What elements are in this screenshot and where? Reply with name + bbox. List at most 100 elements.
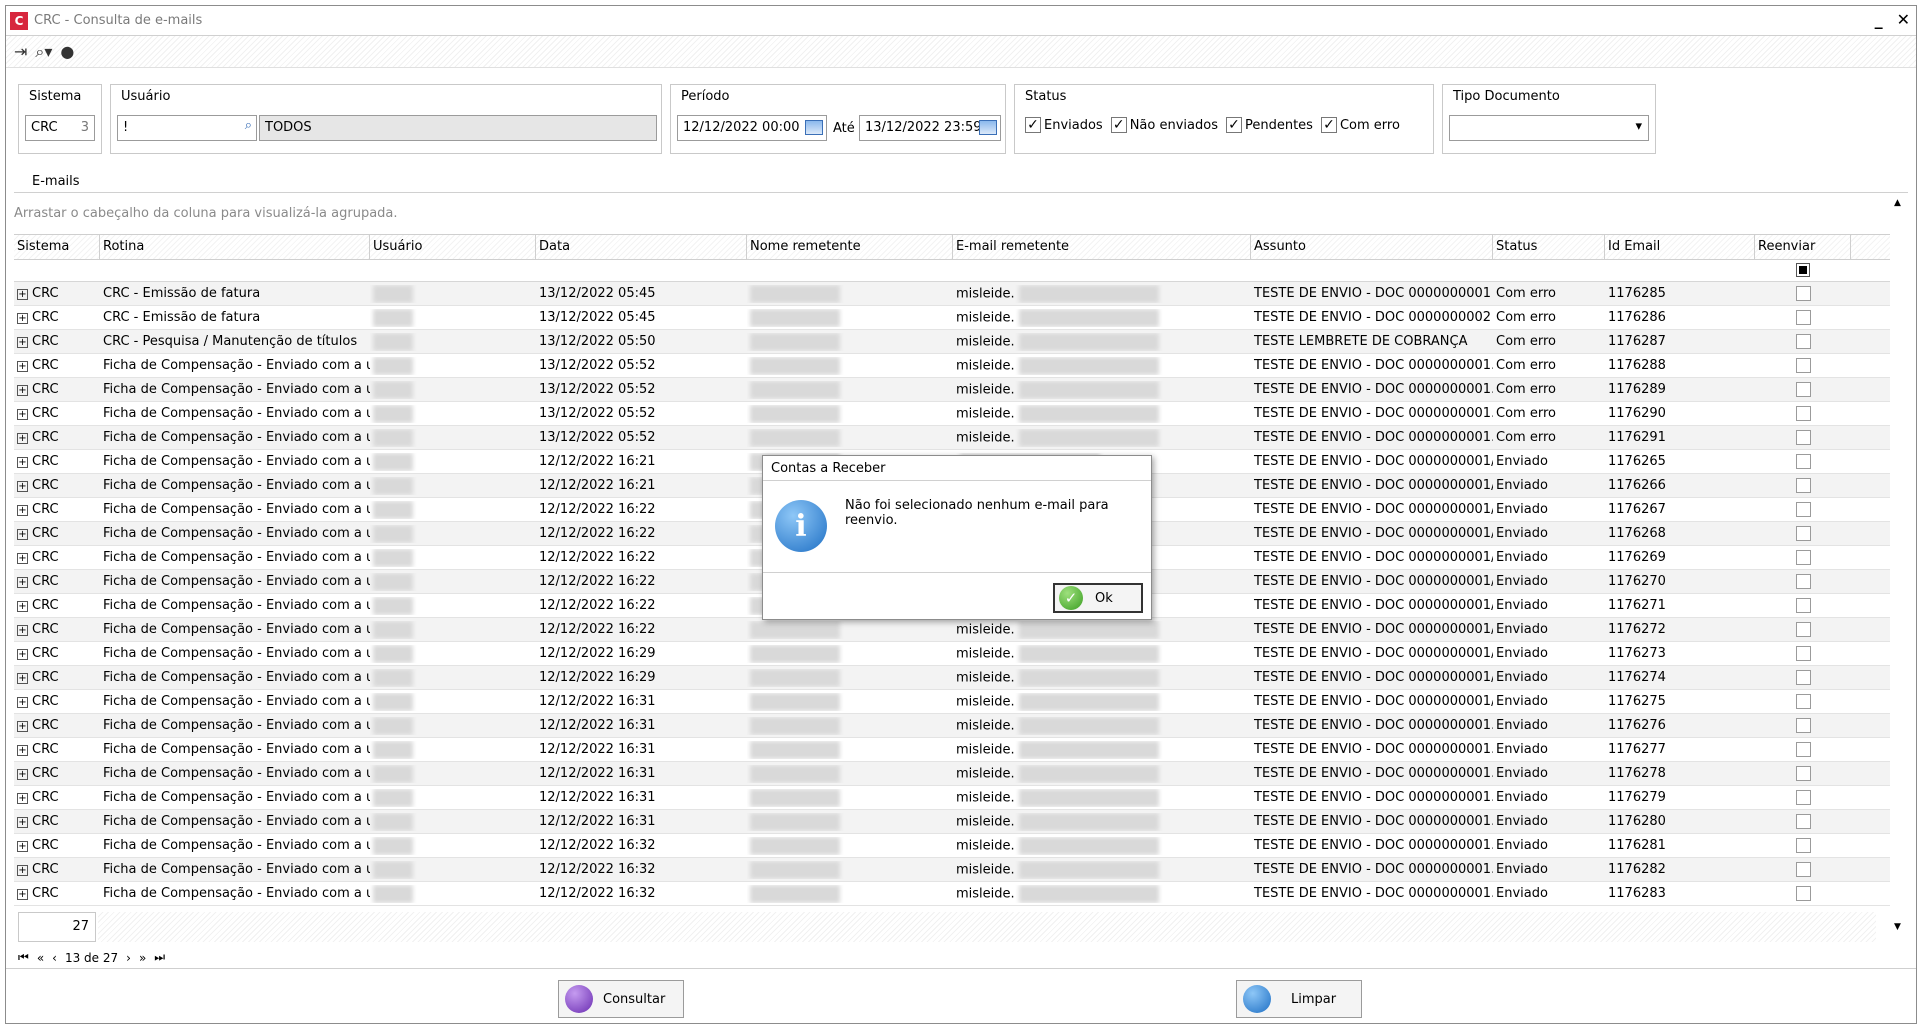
table-row[interactable]: + CRC Ficha de Compensação - Enviado com a… [14,858,1890,882]
expand-icon[interactable]: + [17,721,28,732]
expand-icon[interactable]: + [17,337,28,348]
reenviar-checkbox[interactable] [1795,574,1811,589]
table-row[interactable]: + CRC CRC - Pesquisa / Manutenção de títul… [14,330,1890,354]
close-button[interactable]: ✕ [1897,10,1910,29]
next-page-icon[interactable]: › [126,951,131,965]
nao-enviados-checkbox[interactable]: ✓ Não enviados [1110,117,1218,133]
calendar-icon[interactable] [979,120,997,135]
reenviar-checkbox[interactable] [1795,814,1811,829]
table-row[interactable]: + CRC Ficha de Compensação - Enviado com a… [14,402,1890,426]
reenviar-checkbox[interactable] [1795,862,1811,877]
table-row[interactable]: + CRC Ficha de Compensação - Enviado com a… [14,882,1890,906]
reenviar-checkbox[interactable] [1795,718,1811,733]
reenviar-checkbox[interactable] [1795,502,1811,517]
reenviar-checkbox[interactable] [1795,382,1811,397]
expand-icon[interactable]: + [17,649,28,660]
column-header[interactable]: Reenviar [1755,235,1851,259]
reenviar-checkbox[interactable] [1795,646,1811,661]
last-page-icon[interactable]: ⏭ [154,950,165,965]
expand-icon[interactable]: + [17,289,28,300]
table-row[interactable]: + CRC Ficha de Compensação - Enviado com a… [14,618,1890,642]
reenviar-checkbox[interactable] [1795,886,1811,901]
limpar-button[interactable]: Limpar [1236,980,1362,1018]
usuario-input[interactable]: ! ⌕ [117,115,257,141]
reenviar-checkbox[interactable] [1795,694,1811,709]
reenviar-checkbox[interactable] [1795,406,1811,421]
table-row[interactable]: + CRC Ficha de Compensação - Enviado com a… [14,666,1890,690]
column-header[interactable]: Id Email [1605,235,1755,259]
column-header[interactable]: Sistema [14,235,100,259]
reenviar-select-all-checkbox[interactable] [1796,263,1810,277]
com-erro-checkbox[interactable]: ✓ Com erro [1320,117,1400,133]
reenviar-checkbox[interactable] [1795,526,1811,541]
table-row[interactable]: + CRC Ficha de Compensação - Enviado com a… [14,426,1890,450]
enviados-checkbox[interactable]: ✓ Enviados [1025,117,1103,133]
expand-icon[interactable]: + [17,865,28,876]
table-row[interactable]: + CRC Ficha de Compensação - Enviado com a… [14,690,1890,714]
expand-icon[interactable]: + [17,313,28,324]
table-row[interactable]: + CRC Ficha de Compensação - Enviado com a… [14,714,1890,738]
table-row[interactable]: + CRC CRC - Emissão de fatura 13/12/2022 05… [14,282,1890,306]
periodo-from[interactable]: 12/12/2022 00:00 [677,115,827,141]
expand-icon[interactable]: + [17,457,28,468]
expand-icon[interactable]: + [17,601,28,612]
calendar-icon[interactable] [805,120,823,135]
column-header[interactable]: Usuário [370,235,536,259]
reenviar-checkbox[interactable] [1795,790,1811,805]
reenviar-checkbox[interactable] [1795,310,1811,325]
table-row[interactable]: + CRC Ficha de Compensação - Enviado com a… [14,810,1890,834]
search-icon[interactable]: ⌕ [245,118,252,133]
column-header[interactable]: Status [1493,235,1605,259]
ok-button[interactable]: ✓ Ok [1053,583,1143,613]
reenviar-checkbox[interactable] [1795,334,1811,349]
first-page-icon[interactable]: ⏮ [18,950,29,965]
expand-icon[interactable]: + [17,481,28,492]
reenviar-checkbox[interactable] [1795,454,1811,469]
next-page-fast-icon[interactable]: » [139,951,146,965]
expand-icon[interactable]: + [17,385,28,396]
table-row[interactable]: + CRC Ficha de Compensação - Enviado com a… [14,378,1890,402]
reenviar-checkbox[interactable] [1795,550,1811,565]
expand-icon[interactable]: + [17,793,28,804]
expand-icon[interactable]: + [17,769,28,780]
minimize-button[interactable]: _ [1875,10,1883,29]
column-header[interactable]: Nome remetente [747,235,953,259]
column-header[interactable]: Data [536,235,747,259]
expand-icon[interactable]: + [17,505,28,516]
expand-icon[interactable]: + [17,841,28,852]
column-header[interactable]: E-mail remetente [953,235,1251,259]
table-row[interactable]: + CRC Ficha de Compensação - Enviado com a… [14,786,1890,810]
expand-icon[interactable]: + [17,433,28,444]
expand-icon[interactable]: + [17,889,28,900]
sistema-field[interactable]: CRC 3 [25,115,95,141]
column-header[interactable]: Assunto [1251,235,1493,259]
expand-icon[interactable]: + [17,361,28,372]
prev-page-icon[interactable]: ‹ [52,951,57,965]
expand-icon[interactable]: + [17,745,28,756]
reenviar-checkbox[interactable] [1795,766,1811,781]
expand-icon[interactable]: + [17,529,28,540]
reenviar-checkbox[interactable] [1795,358,1811,373]
reenviar-checkbox[interactable] [1795,838,1811,853]
table-row[interactable]: + CRC Ficha de Compensação - Enviado com a… [14,834,1890,858]
reenviar-checkbox[interactable] [1795,286,1811,301]
expand-icon[interactable]: + [17,673,28,684]
reenviar-checkbox[interactable] [1795,622,1811,637]
vertical-scrollbar[interactable]: ▲ ▼ [1890,192,1908,932]
column-header[interactable]: Rotina [100,235,370,259]
periodo-to[interactable]: 13/12/2022 23:59 [859,115,1001,141]
pendentes-checkbox[interactable]: ✓ Pendentes [1225,117,1313,133]
search-icon[interactable]: ⌕▾ [35,42,52,62]
prev-page-fast-icon[interactable]: « [37,951,44,965]
expand-icon[interactable]: + [17,409,28,420]
expand-icon[interactable]: + [17,625,28,636]
reenviar-checkbox[interactable] [1795,670,1811,685]
table-row[interactable]: + CRC Ficha de Compensação - Enviado com a… [14,354,1890,378]
table-row[interactable]: + CRC CRC - Emissão de fatura 13/12/2022 05… [14,306,1890,330]
reenviar-checkbox[interactable] [1795,478,1811,493]
reenviar-checkbox[interactable] [1795,742,1811,757]
consultar-button[interactable]: Consultar [558,980,684,1018]
tipo-documento-select[interactable]: ▾ [1449,115,1649,141]
expand-icon[interactable]: + [17,577,28,588]
expand-icon[interactable]: + [17,553,28,564]
